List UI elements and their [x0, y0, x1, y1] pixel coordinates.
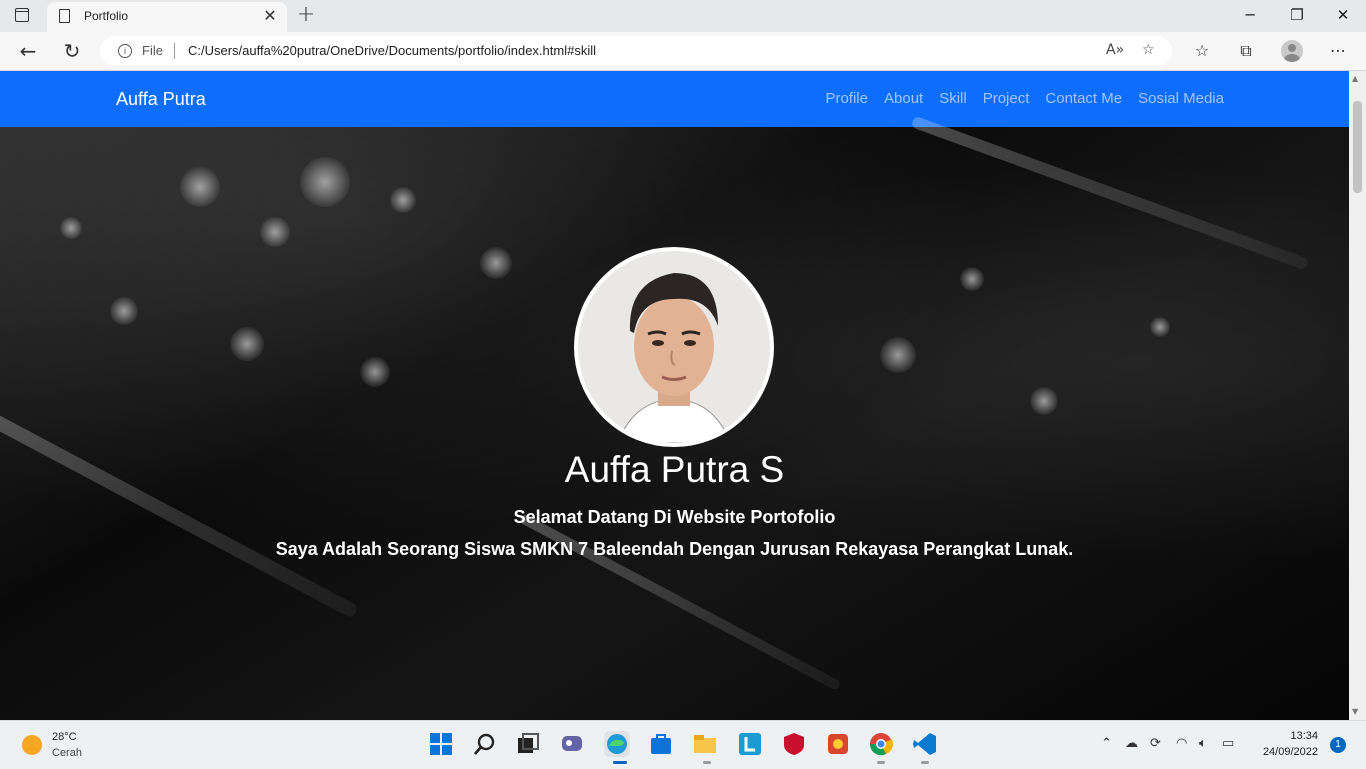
vscode-icon[interactable]	[912, 731, 938, 757]
favorites-icon[interactable]: ☆	[1191, 41, 1213, 60]
more-icon[interactable]: ⋯	[1327, 41, 1349, 60]
chrome-icon[interactable]	[868, 731, 894, 757]
clock-date[interactable]: 24/09/2022	[1263, 746, 1318, 758]
chrome-open-indicator	[877, 761, 885, 764]
nav-link-skill[interactable]: Skill	[939, 90, 967, 107]
nav-links: Profile About Skill Project Contact Me S…	[825, 90, 1224, 107]
onedrive-icon[interactable]: ☁	[1125, 736, 1138, 751]
close-window-icon[interactable]: ✕	[1333, 6, 1353, 24]
browser-tab[interactable]: Portfolio ✕	[47, 2, 287, 32]
hero-name: Auffa Putra S	[564, 449, 785, 490]
vscode-open-indicator	[921, 761, 929, 764]
windows-taskbar: 28°C Cerah ⌃ ☁ ⟳ ◠ 🔈︎ ▭ 13:34 24/09/2022…	[0, 720, 1366, 769]
browser-tabstrip: Portfolio ✕ + ─ ❐ ✕	[0, 0, 1366, 32]
info-icon[interactable]: i	[118, 44, 132, 58]
l-app-icon[interactable]	[737, 731, 763, 757]
refresh-icon[interactable]: ↻	[59, 38, 85, 64]
file-explorer-icon[interactable]	[692, 731, 718, 757]
tray-overflow-icon[interactable]: ⌃	[1101, 736, 1112, 751]
weather-temp: 28°C	[52, 731, 77, 743]
avatar-illustration	[617, 273, 731, 443]
navbar-brand[interactable]: Auffa Putra	[116, 89, 206, 110]
browser-toolbar: ← ↻ i File C:/Users/auffa%20putra/OneDri…	[0, 32, 1366, 71]
clock-time[interactable]: 13:34	[1290, 730, 1318, 742]
chat-icon[interactable]	[559, 731, 585, 757]
wifi-icon[interactable]: ◠	[1176, 736, 1187, 751]
address-prefix: File	[142, 43, 163, 58]
address-bar[interactable]: i File C:/Users/auffa%20putra/OneDrive/D…	[100, 36, 1172, 66]
sync-icon[interactable]: ⟳	[1150, 736, 1161, 751]
hero-section: Auffa Putra S Selamat Datang Di Website …	[0, 115, 1349, 720]
nav-link-social[interactable]: Sosial Media	[1138, 90, 1224, 107]
game-icon[interactable]	[825, 731, 851, 757]
tab-title: Portfolio	[84, 9, 129, 23]
search-icon[interactable]	[472, 731, 498, 757]
weather-condition: Cerah	[52, 747, 82, 759]
start-icon[interactable]	[428, 731, 454, 757]
minimize-icon[interactable]: ─	[1240, 6, 1260, 24]
profile-photo	[574, 247, 774, 447]
edge-icon[interactable]	[604, 731, 630, 757]
hero-welcome: Selamat Datang Di Website Portofolio	[513, 507, 836, 527]
read-aloud-icon[interactable]: A»	[1106, 42, 1124, 58]
tab-actions-icon[interactable]	[15, 8, 29, 22]
page-scrollbar[interactable]: ▲ ▼	[1349, 71, 1366, 720]
url-text[interactable]: C:/Users/auffa%20putra/OneDrive/Document…	[188, 43, 596, 58]
collections-icon[interactable]: ⧉	[1235, 41, 1257, 61]
hero-description: Saya Adalah Seorang Siswa SMKN 7 Baleend…	[275, 539, 1074, 559]
notification-badge[interactable]: 1	[1330, 737, 1346, 753]
restore-icon[interactable]: ❐	[1287, 6, 1307, 24]
store-icon[interactable]	[648, 731, 674, 757]
explorer-open-indicator	[703, 761, 711, 764]
page-viewport: Auffa Putra Profile About Skill Project …	[0, 71, 1349, 720]
sun-icon	[22, 735, 42, 755]
nav-link-about[interactable]: About	[884, 90, 923, 107]
nav-link-project[interactable]: Project	[983, 90, 1030, 107]
nav-link-contact[interactable]: Contact Me	[1045, 90, 1122, 107]
scroll-down-icon[interactable]: ▼	[1352, 707, 1358, 716]
edge-active-indicator	[613, 761, 627, 764]
volume-icon[interactable]: 🔈︎	[1199, 736, 1207, 751]
address-divider	[174, 43, 175, 59]
site-navbar: Auffa Putra Profile About Skill Project …	[0, 71, 1349, 127]
scrollbar-thumb[interactable]	[1353, 101, 1362, 193]
add-favorite-icon[interactable]: ☆	[1142, 42, 1155, 58]
back-icon[interactable]: ←	[15, 38, 41, 64]
scroll-up-icon[interactable]: ▲	[1352, 74, 1358, 83]
profile-avatar[interactable]	[1281, 40, 1303, 62]
close-tab-icon[interactable]: ✕	[261, 6, 279, 25]
new-tab-icon[interactable]: +	[294, 2, 318, 27]
nav-link-profile[interactable]: Profile	[825, 90, 868, 107]
task-view-icon[interactable]	[515, 731, 541, 757]
mcafee-icon[interactable]	[781, 731, 807, 757]
page-icon	[59, 9, 70, 23]
battery-icon[interactable]: ▭	[1222, 736, 1234, 751]
